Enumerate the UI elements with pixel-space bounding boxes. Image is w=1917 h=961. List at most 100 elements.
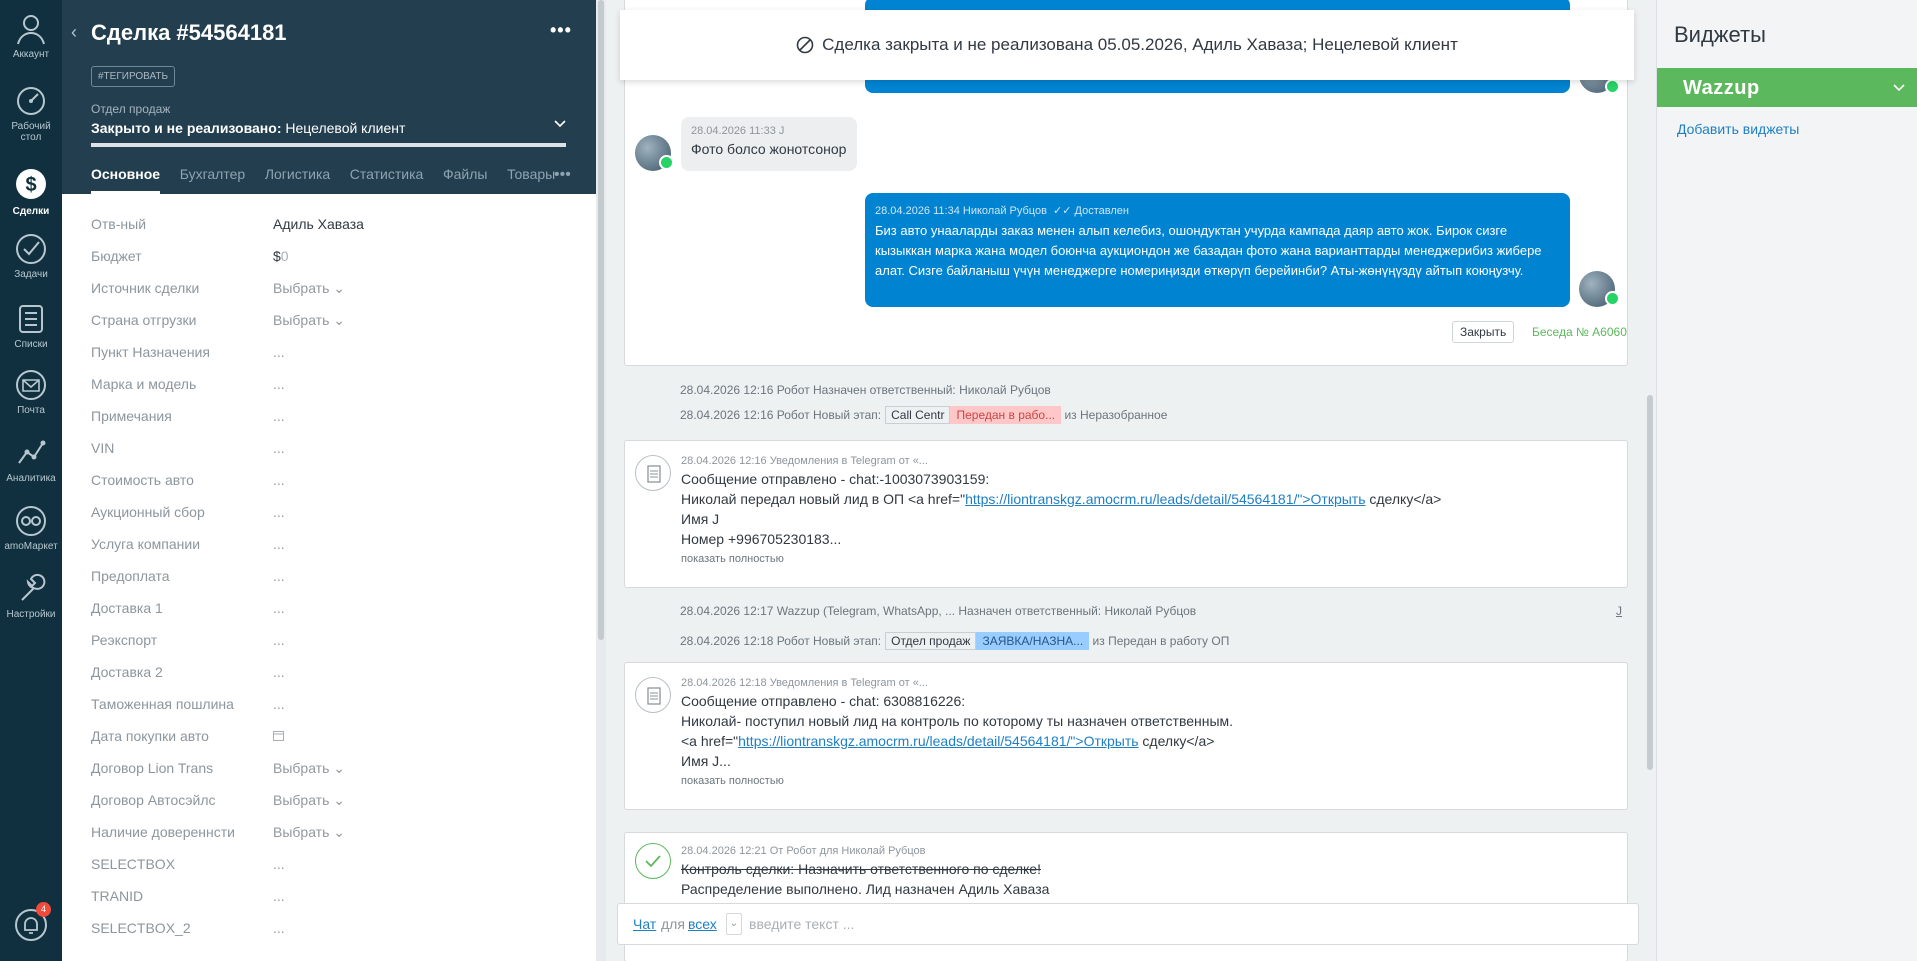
lead-link[interactable]: https://liontranskgz.amocrm.ru/leads/det… [738, 733, 1138, 749]
field-value[interactable]: ... [273, 344, 285, 360]
field-value[interactable]: ... [273, 440, 285, 456]
field-selectbox-2[interactable]: SELECTBOX_2 ... [91, 910, 571, 942]
whatsapp-icon [659, 155, 674, 170]
wazzup-widget[interactable]: Wazzup [1657, 68, 1917, 107]
nav-item-account[interactable]: Аккаунт [0, 10, 62, 60]
field-auction-fee[interactable]: Аукционный сбор ... [91, 494, 571, 526]
field-value[interactable]: Выбрать ⌄ [273, 760, 345, 777]
chat-text-input[interactable]: введите текст ... [749, 916, 854, 932]
field-value[interactable]: ... [273, 920, 285, 936]
nav-item-market[interactable]: amoМаркет [0, 504, 62, 552]
field-ship-country[interactable]: Страна отгрузки Выбрать ⌄ [91, 302, 571, 334]
field-delivery-2[interactable]: Доставка 2 ... [91, 654, 571, 686]
field-value[interactable]: ... [273, 632, 285, 648]
widgets-title: Виджеты [1674, 22, 1766, 47]
chat-mode-link[interactable]: Чат [633, 916, 656, 932]
tab-logistics[interactable]: Логистика [265, 166, 330, 194]
back-chevron-icon[interactable]: ‹ [71, 22, 77, 43]
tab-statistics[interactable]: Статистика [350, 166, 424, 194]
field-power-of-attorney[interactable]: Наличие довереннсти Выбрать ⌄ [91, 814, 571, 846]
field-responsible[interactable]: Отв-ный Адиль Хаваза [91, 206, 571, 238]
field-value[interactable]: Выбрать ⌄ [273, 312, 345, 329]
field-make-model[interactable]: Марка и модель ... [91, 366, 571, 398]
chevron-down-icon: ⌄ [333, 312, 346, 328]
nav-item-settings[interactable]: Настройки [0, 572, 62, 620]
lead-link[interactable]: https://liontranskgz.amocrm.ru/leads/det… [965, 491, 1365, 507]
field-company-service[interactable]: Услуга компании ... [91, 526, 571, 558]
field-value[interactable]: ... [273, 536, 285, 552]
field-car-price[interactable]: Стоимость авто ... [91, 462, 571, 494]
field-value[interactable]: ... [273, 376, 285, 392]
field-purchase-date[interactable]: Дата покупки авто [91, 718, 571, 750]
tab-files[interactable]: Файлы [443, 166, 487, 194]
nav-label: Задачи [14, 269, 48, 280]
field-customs-duty[interactable]: Таможенная пошлина ... [91, 686, 571, 718]
chevron-down-icon: ⌄ [333, 824, 346, 840]
field-vin[interactable]: VIN ... [91, 430, 571, 462]
field-value[interactable]: Выбрать ⌄ [273, 824, 345, 841]
note-line: Николай- поступил новый лид на контроль … [681, 713, 1234, 729]
field-budget[interactable]: Бюджет $0 [91, 238, 571, 270]
calendar-icon[interactable] [273, 728, 284, 744]
field-value[interactable]: ... [273, 568, 285, 584]
field-value[interactable]: ... [273, 504, 285, 520]
field-value[interactable]: ... [273, 408, 285, 424]
field-reexport[interactable]: Реэкспорт ... [91, 622, 571, 654]
tab-accounting[interactable]: Бухгалтер [180, 166, 245, 194]
card-scrollbar[interactable] [596, 0, 606, 961]
recipients-link[interactable]: всех [688, 916, 717, 932]
field-deal-source[interactable]: Источник сделки Выбрать ⌄ [91, 270, 571, 302]
field-selectbox[interactable]: SELECTBOX ... [91, 846, 571, 878]
field-notes[interactable]: Примечания ... [91, 398, 571, 430]
tab-main[interactable]: Основное [91, 166, 161, 194]
field-contract-autosales[interactable]: Договор Автосэйлс Выбрать ⌄ [91, 782, 571, 814]
field-value[interactable]: ... [273, 600, 285, 616]
chevron-down-icon[interactable] [1893, 81, 1905, 95]
event-author-link[interactable]: J [1616, 604, 1622, 618]
chevron-down-icon[interactable] [554, 117, 566, 131]
note-line: Сообщение отправлено - chat:-10030739031… [681, 471, 990, 487]
field-contract-lion-trans[interactable]: Договор Lion Trans Выбрать ⌄ [91, 750, 571, 782]
nav-item-dashboard[interactable]: Рабочий стол [0, 84, 62, 143]
field-prepayment[interactable]: Предоплата ... [91, 558, 571, 590]
field-value[interactable]: ... [273, 664, 285, 680]
nav-label: Рабочий стол [11, 121, 51, 143]
nav-item-tasks[interactable]: Задачи [0, 232, 62, 280]
show-all-link[interactable]: показать полностью [681, 549, 1441, 569]
chevron-down-icon: ⌄ [333, 280, 346, 296]
conversation-link[interactable]: Беседа № A6060 [1532, 325, 1627, 339]
analytics-icon [18, 440, 46, 464]
field-value[interactable]: Выбрать ⌄ [273, 280, 345, 297]
field-value[interactable]: ... [273, 856, 285, 872]
add-widgets-link[interactable]: Добавить виджеты [1677, 121, 1799, 137]
lead-menu-button[interactable]: ••• [550, 20, 572, 41]
tabs-more-button[interactable]: ••• [554, 166, 571, 184]
chevron-down-icon[interactable]: ⌄ [726, 913, 742, 935]
tag-button[interactable]: #ТЕГИРОВАТЬ [91, 66, 176, 87]
field-value[interactable]: $0 [273, 248, 289, 264]
whatsapp-icon [1605, 291, 1620, 306]
tab-products[interactable]: Товары [507, 166, 555, 194]
nav-item-notifications[interactable]: 4 [0, 902, 62, 947]
nav-item-lists[interactable]: Списки [0, 302, 62, 350]
event-line: 28.04.2026 12:17 Wazzup (Telegram, Whats… [680, 604, 1197, 618]
nav-item-mail[interactable]: Почта [0, 368, 62, 416]
nav-label: Списки [14, 339, 48, 350]
pipeline-status-select[interactable]: Закрыто и не реализовано: Нецелевой клие… [91, 120, 405, 136]
field-delivery-1[interactable]: Доставка 1 ... [91, 590, 571, 622]
field-destination[interactable]: Пункт Назначения ... [91, 334, 571, 366]
field-value[interactable]: ... [273, 472, 285, 488]
field-value[interactable]: ... [273, 696, 285, 712]
field-value[interactable]: ... [273, 888, 285, 904]
task-meta: 28.04.2026 12:21 От Робот для Николай Ру… [681, 845, 926, 857]
feed-scrollbar[interactable] [1647, 395, 1653, 770]
field-value[interactable]: Выбрать ⌄ [273, 792, 345, 809]
show-all-link[interactable]: показать полностью [681, 771, 1233, 791]
close-conversation-button[interactable]: Закрыть [1452, 321, 1515, 343]
field-label: Таможенная пошлина [91, 696, 234, 712]
field-tranid[interactable]: TRANID ... [91, 878, 571, 910]
field-value[interactable]: Адиль Хаваза [273, 216, 364, 232]
nav-item-deals[interactable]: $ Сделки [0, 165, 62, 217]
card-scrollbar-thumb[interactable] [598, 0, 604, 640]
nav-item-analytics[interactable]: Аналитика [0, 436, 62, 484]
